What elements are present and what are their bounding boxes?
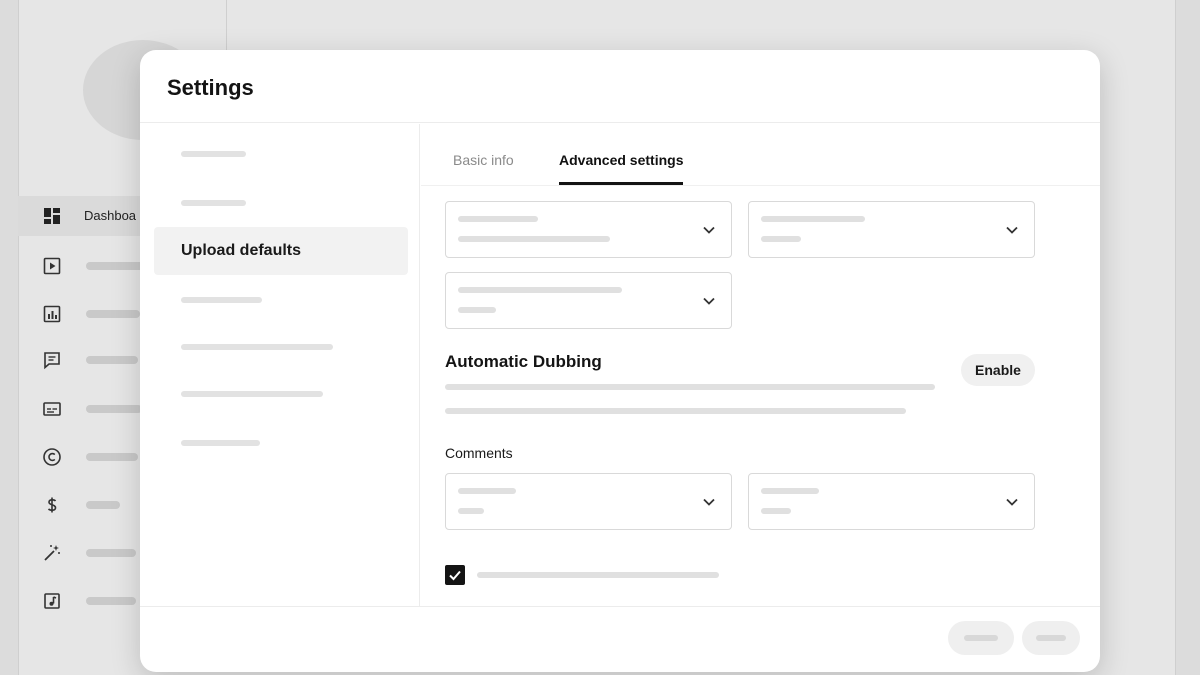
subtitles-icon (42, 399, 62, 419)
sidebar-item-label-placeholder (86, 405, 142, 413)
dropdown-value-placeholder (761, 236, 801, 242)
button-label-placeholder (964, 635, 998, 641)
dialog-title: Settings (167, 75, 254, 100)
settings-nav-item[interactable] (154, 179, 408, 227)
dashboard-icon (42, 206, 62, 226)
chevron-down-icon (1004, 222, 1020, 238)
chevron-down-icon (701, 222, 717, 238)
dropdown-value-placeholder (458, 236, 610, 242)
active-tab-indicator (559, 182, 683, 185)
settings-nav: Upload defaults (140, 124, 420, 606)
analytics-icon (42, 304, 62, 324)
sidebar-item-label-placeholder (86, 453, 138, 461)
settings-nav-item-upload-defaults[interactable]: Upload defaults (154, 227, 408, 275)
settings-nav-label-placeholder (181, 200, 246, 206)
dropdown-select[interactable] (445, 272, 732, 329)
checkbox-label-placeholder (477, 572, 719, 578)
comments-icon (42, 350, 62, 370)
dollar-icon (42, 495, 62, 515)
settings-nav-item[interactable] (154, 419, 408, 467)
settings-nav-label-placeholder (181, 344, 333, 350)
dropdown-label-placeholder (458, 287, 622, 293)
settings-nav-label-placeholder (181, 440, 260, 446)
chevron-down-icon (1004, 494, 1020, 510)
dialog-footer (140, 606, 1100, 672)
comments-label: Comments (445, 445, 513, 461)
content-icon (42, 256, 62, 276)
dropdown-label-placeholder (761, 216, 865, 222)
settings-nav-label-placeholder (181, 297, 262, 303)
dialog-header: Settings (140, 50, 1100, 123)
tab-bar: Basic info Advanced settings (421, 124, 1100, 186)
settings-nav-item[interactable] (154, 130, 408, 178)
copyright-icon (42, 447, 62, 467)
chevron-down-icon (701, 494, 717, 510)
sidebar-item-label-placeholder (86, 501, 120, 509)
dropdown-select[interactable] (748, 201, 1035, 258)
settings-dialog: Settings Upload defaults Basic info Adva… (140, 50, 1100, 672)
footer-button-primary[interactable] (1022, 621, 1080, 655)
comments-dropdown[interactable] (445, 473, 732, 530)
chevron-down-icon (701, 293, 717, 309)
settings-nav-label-placeholder (181, 391, 323, 397)
comments-dropdown[interactable] (748, 473, 1035, 530)
settings-nav-item[interactable] (154, 323, 408, 371)
button-label-placeholder (1036, 635, 1066, 641)
sidebar-item-label-placeholder (86, 597, 136, 605)
dropdown-value-placeholder (458, 307, 496, 313)
footer-button-secondary[interactable] (948, 621, 1014, 655)
sidebar-item-label-placeholder (86, 549, 136, 557)
dropdown-label-placeholder (458, 216, 538, 222)
magic-wand-icon (42, 543, 62, 563)
settings-nav-item[interactable] (154, 276, 408, 324)
tab-basic-info[interactable]: Basic info (453, 152, 514, 168)
dubbing-description-placeholder (445, 384, 935, 390)
dubbing-description-placeholder (445, 408, 906, 414)
dropdown-value-placeholder (761, 508, 791, 514)
sidebar-item-label: Dashboa (84, 208, 137, 223)
sidebar-item-label-placeholder (86, 356, 138, 364)
sidebar-item-label-placeholder (86, 262, 146, 270)
enable-button[interactable]: Enable (961, 354, 1035, 386)
audio-library-icon (42, 591, 62, 611)
settings-nav-label: Upload defaults (181, 242, 302, 259)
dropdown-select[interactable] (445, 201, 732, 258)
dropdown-value-placeholder (458, 508, 484, 514)
checkbox[interactable] (445, 565, 465, 585)
dubbing-title: Automatic Dubbing (445, 352, 602, 371)
check-icon (449, 570, 461, 581)
tab-advanced-settings[interactable]: Advanced settings (559, 152, 683, 168)
dropdown-label-placeholder (458, 488, 516, 494)
settings-nav-item[interactable] (154, 370, 408, 418)
settings-nav-label-placeholder (181, 151, 246, 157)
dropdown-label-placeholder (761, 488, 819, 494)
sidebar-item-label-placeholder (86, 310, 140, 318)
